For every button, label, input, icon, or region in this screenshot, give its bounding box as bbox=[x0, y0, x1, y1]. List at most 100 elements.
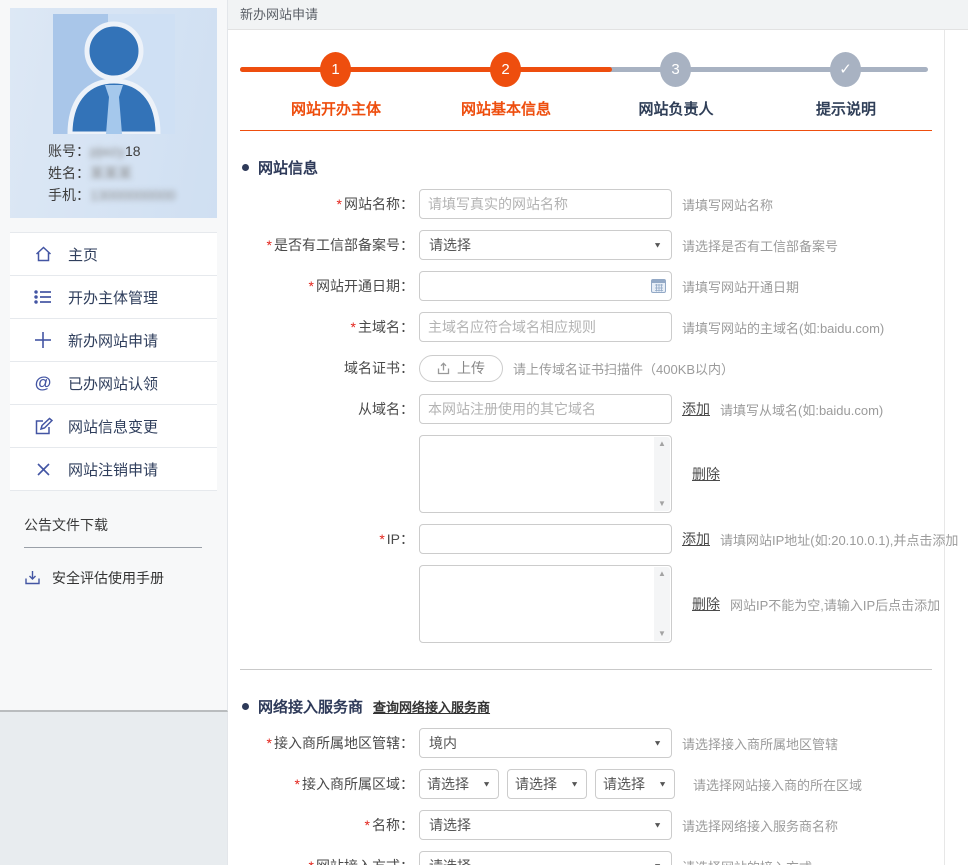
step-1-circle[interactable]: 1 bbox=[320, 52, 351, 87]
bullet-icon bbox=[242, 164, 249, 171]
field-domain-cert: 域名证书： 上传 请上传域名证书扫描件（400KB以内） bbox=[228, 353, 944, 383]
isp-region-hint: 请选择接入商所属地区管辖 bbox=[682, 736, 839, 752]
sub-domain-delete-link[interactable]: 删除 bbox=[692, 464, 720, 484]
ip-label: IP： bbox=[228, 524, 414, 554]
sidebar-item-subject-management[interactable]: 开办主体管理 bbox=[10, 276, 217, 319]
step-1-label: 网站开办主体 bbox=[290, 101, 381, 118]
sidebar-item-home[interactable]: 主页 bbox=[10, 233, 217, 276]
field-ip: IP： 添加 请填网站IP地址(如:20.10.0.1),并点击添加 bbox=[228, 524, 958, 554]
section-divider bbox=[240, 669, 932, 670]
ip-listbox-row: ▲ ▼ 删除 网站IP不能为空,请输入IP后点击添加 bbox=[228, 565, 944, 643]
sidebar-item-label: 开办主体管理 bbox=[68, 289, 159, 307]
isp-region-label: 接入商所属地区管辖： bbox=[228, 728, 414, 758]
ip-listbox[interactable]: ▲ ▼ bbox=[419, 565, 672, 643]
scroll-up-icon[interactable]: ▲ bbox=[658, 440, 666, 448]
scroll-up-icon[interactable]: ▲ bbox=[658, 570, 666, 578]
miit-record-hint: 请选择是否有工信部备案号 bbox=[682, 238, 839, 254]
miit-record-select[interactable]: 请选择 ▼ bbox=[419, 230, 672, 260]
upload-icon bbox=[437, 361, 450, 374]
close-icon bbox=[32, 458, 54, 480]
step-3-circle[interactable]: 3 bbox=[660, 52, 691, 87]
step-2-label: 网站基本信息 bbox=[460, 101, 551, 118]
form-card: 1 2 3 ✓ 网站开办主体 网站基本信息 网站负责人 提示说明 网站信息 网站… bbox=[228, 30, 958, 865]
security-manual-link[interactable]: 安全评估使用手册 bbox=[24, 568, 217, 588]
name-value-redacted: 某某某 bbox=[90, 165, 132, 181]
scroll-down-icon[interactable]: ▼ bbox=[658, 630, 666, 638]
isp-name-label: 名称： bbox=[228, 810, 414, 840]
main-domain-label: 主域名： bbox=[228, 312, 414, 342]
dropdown-arrow-icon: ▼ bbox=[653, 738, 662, 748]
ip-add-link[interactable]: 添加 bbox=[682, 529, 710, 549]
at-icon: @ bbox=[34, 373, 52, 392]
sidebar-item-new-site-application[interactable]: 新办网站申请 bbox=[10, 319, 217, 362]
step-4-circle[interactable]: ✓ bbox=[830, 52, 861, 87]
ip-input[interactable] bbox=[419, 524, 672, 554]
stepper-divider bbox=[240, 130, 932, 131]
edit-icon bbox=[32, 415, 54, 437]
stepper-track-fill bbox=[240, 67, 612, 72]
main-domain-input[interactable] bbox=[419, 312, 672, 342]
isp-area-city-select[interactable]: 请选择 ▼ bbox=[507, 769, 587, 799]
sidebar-item-claim-site[interactable]: @ 已办网站认领 bbox=[10, 362, 217, 405]
step-2-circle[interactable]: 2 bbox=[490, 52, 521, 87]
field-sub-domain: 从域名： 添加 请填写从域名(如:baidu.com) bbox=[228, 394, 944, 424]
isp-area-label: 接入商所属区域： bbox=[228, 769, 414, 799]
listbox-scrollbar[interactable]: ▲ ▼ bbox=[654, 567, 670, 641]
access-type-select[interactable]: 请选择 ▼ bbox=[419, 851, 672, 865]
sidebar-item-label: 网站信息变更 bbox=[68, 418, 159, 436]
stepper: 1 2 3 ✓ 网站开办主体 网站基本信息 网站负责人 提示说明 bbox=[228, 42, 944, 120]
access-type-label: 网站接入方式： bbox=[228, 851, 414, 865]
upload-button[interactable]: 上传 bbox=[419, 354, 503, 382]
sub-domain-add-link[interactable]: 添加 bbox=[682, 399, 710, 419]
sidebar-item-site-cancel-application[interactable]: 网站注销申请 bbox=[10, 448, 217, 491]
isp-area-hint: 请选择网站接入商的所在区域 bbox=[693, 777, 863, 793]
ip-delete-hint: 网站IP不能为空,请输入IP后点击添加 bbox=[730, 597, 941, 613]
downloads-section-title: 公告文件下载 bbox=[24, 517, 108, 533]
sub-domain-listbox[interactable]: ▲ ▼ bbox=[419, 435, 672, 513]
query-isp-link[interactable]: 查询网络接入服务商 bbox=[373, 697, 490, 716]
home-icon bbox=[32, 243, 54, 265]
sidebar-footer bbox=[0, 712, 228, 865]
scroll-down-icon[interactable]: ▼ bbox=[658, 500, 666, 508]
calendar-icon[interactable] bbox=[651, 279, 666, 293]
dropdown-arrow-icon: ▼ bbox=[570, 779, 579, 789]
check-icon: ✓ bbox=[839, 61, 852, 78]
dropdown-arrow-icon: ▼ bbox=[653, 820, 662, 830]
main-domain-hint: 请填写网站的主域名(如:baidu.com) bbox=[682, 320, 885, 336]
field-site-name: 网站名称： 请填写网站名称 bbox=[228, 189, 944, 219]
sidebar-item-site-info-change[interactable]: 网站信息变更 bbox=[10, 405, 217, 448]
access-type-hint: 请选择网站的接入方式 bbox=[682, 857, 812, 865]
person-avatar-icon bbox=[52, 14, 175, 134]
isp-name-select[interactable]: 请选择 ▼ bbox=[419, 810, 672, 840]
sidebar-item-label: 新办网站申请 bbox=[68, 332, 159, 350]
isp-area-district-select[interactable]: 请选择 ▼ bbox=[595, 769, 675, 799]
sidebar-panel: 账号：pjwzy18 姓名：某某某 手机：13000000000 主页 开办主体… bbox=[0, 0, 228, 712]
manual-label: 安全评估使用手册 bbox=[52, 570, 164, 586]
dropdown-arrow-icon: ▼ bbox=[658, 779, 667, 789]
ip-delete-link[interactable]: 删除 bbox=[692, 594, 720, 614]
app-window: 账号：pjwzy18 姓名：某某某 手机：13000000000 主页 开办主体… bbox=[0, 0, 968, 865]
field-isp-name: 名称： 请选择 ▼ 请选择网络接入服务商名称 bbox=[228, 810, 944, 840]
sub-domain-input[interactable] bbox=[419, 394, 672, 424]
name-line: 姓名：某某某 bbox=[48, 165, 132, 181]
site-name-input[interactable] bbox=[419, 189, 672, 219]
section-isp: 网络接入服务商 查询网络接入服务商 bbox=[242, 696, 944, 717]
open-date-hint: 请填写网站开通日期 bbox=[682, 279, 800, 295]
sub-domain-label: 从域名： bbox=[358, 401, 414, 417]
sub-domain-hint: 请填写从域名(如:baidu.com) bbox=[720, 402, 884, 418]
phone-line: 手机：13000000000 bbox=[48, 187, 176, 203]
isp-area-province-select[interactable]: 请选择 ▼ bbox=[419, 769, 499, 799]
open-date-label: 网站开通日期： bbox=[228, 271, 414, 301]
isp-region-select[interactable]: 境内 ▼ bbox=[419, 728, 672, 758]
list-icon bbox=[32, 286, 54, 308]
downloads-section: 公告文件下载 安全评估使用手册 bbox=[10, 515, 217, 588]
user-info: 账号：pjwzy18 姓名：某某某 手机：13000000000 bbox=[10, 134, 217, 206]
ip-hint: 请填网站IP地址(如:20.10.0.1),并点击添加 bbox=[720, 532, 959, 548]
download-icon bbox=[24, 569, 42, 587]
avatar bbox=[52, 14, 175, 134]
miit-record-label: 是否有工信部备案号： bbox=[228, 230, 414, 260]
domain-cert-label: 域名证书： bbox=[344, 360, 414, 376]
page-title: 新办网站申请 bbox=[228, 0, 968, 30]
listbox-scrollbar[interactable]: ▲ ▼ bbox=[654, 437, 670, 511]
open-date-input[interactable] bbox=[419, 271, 672, 301]
